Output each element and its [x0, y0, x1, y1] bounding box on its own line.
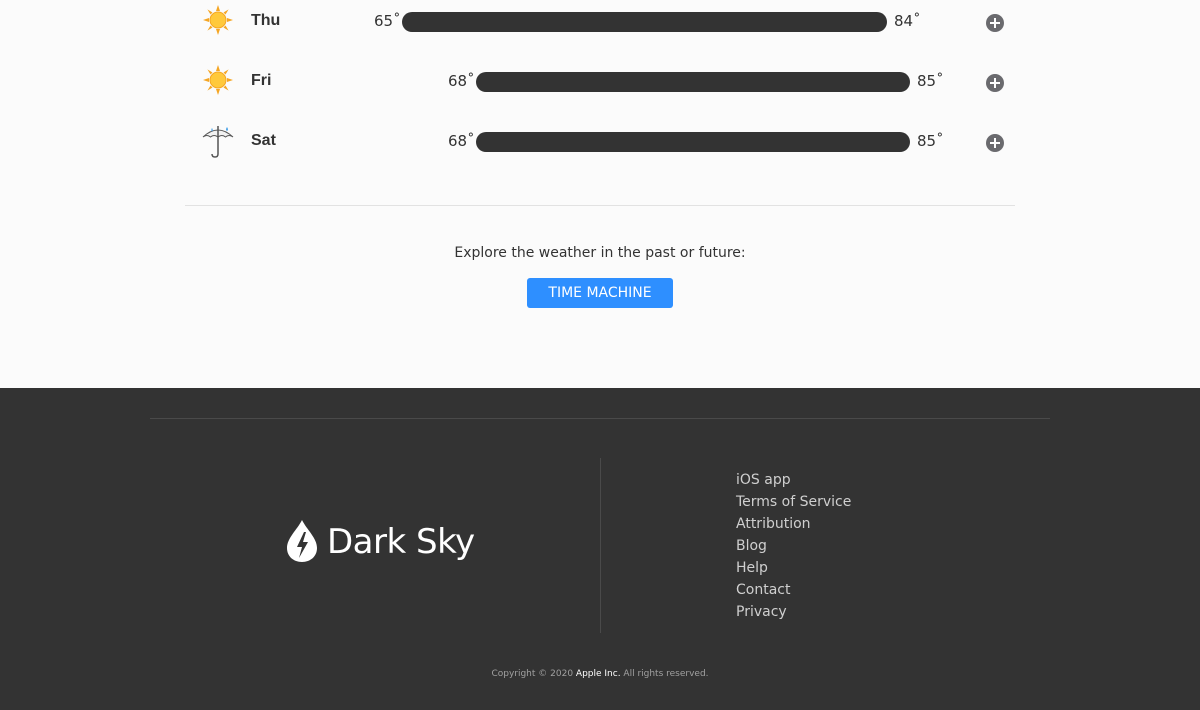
sun-icon [200, 62, 236, 98]
footer-link-attribution[interactable]: Attribution [736, 516, 811, 532]
expand-icon[interactable] [986, 74, 1004, 92]
footer-link-blog[interactable]: Blog [736, 538, 767, 554]
high-temp: 84˚ [894, 12, 921, 30]
dark-sky-raindrop-icon [287, 520, 317, 562]
low-temp: 68˚ [448, 72, 475, 90]
day-name: Thu [251, 12, 281, 29]
copyright-suffix: All rights reserved. [620, 669, 709, 679]
day-name: Sat [251, 132, 276, 149]
footer-divider [150, 418, 1050, 419]
temp-range-bar [476, 72, 910, 92]
copyright: Copyright © 2020 Apple Inc. All rights r… [0, 669, 1200, 679]
footer-link-ios-app[interactable]: iOS app [736, 472, 791, 488]
logo-text: Dark Sky [327, 522, 475, 562]
daily-forecast: Thu 65˚ 84˚ Fri 68˚ 85˚ Sat 68˚ 85˚ Expl… [0, 0, 1200, 388]
day-name: Fri [251, 72, 272, 89]
footer-link-privacy[interactable]: Privacy [736, 604, 787, 620]
dark-sky-logo[interactable]: Dark Sky [285, 518, 485, 566]
footer-link-help[interactable]: Help [736, 560, 768, 576]
footer-link-terms[interactable]: Terms of Service [736, 494, 851, 510]
day-row-thu[interactable]: Thu 65˚ 84˚ [185, 2, 1015, 42]
temp-range-bar [476, 132, 910, 152]
low-temp: 68˚ [448, 132, 475, 150]
day-row-sat[interactable]: Sat 68˚ 85˚ [185, 122, 1015, 162]
umbrella-rain-icon [200, 122, 236, 158]
expand-icon[interactable] [986, 134, 1004, 152]
low-temp: 65˚ [374, 12, 401, 30]
copyright-company-link[interactable]: Apple Inc. [576, 669, 621, 679]
copyright-prefix: Copyright © 2020 [491, 669, 576, 679]
high-temp: 85˚ [917, 132, 944, 150]
explore-text: Explore the weather in the past or futur… [454, 245, 746, 261]
footer-vertical-divider [600, 458, 601, 633]
day-row-fri[interactable]: Fri 68˚ 85˚ [185, 62, 1015, 102]
time-machine-button[interactable]: TIME MACHINE [527, 278, 673, 308]
footer-link-contact[interactable]: Contact [736, 582, 790, 598]
footer: Dark Sky iOS app Terms of Service Attrib… [0, 388, 1200, 710]
sun-icon [200, 2, 236, 38]
section-divider [185, 205, 1015, 206]
temp-range-bar [402, 12, 887, 32]
footer-links: iOS app Terms of Service Attribution Blo… [736, 469, 851, 623]
high-temp: 85˚ [917, 72, 944, 90]
expand-icon[interactable] [986, 14, 1004, 32]
